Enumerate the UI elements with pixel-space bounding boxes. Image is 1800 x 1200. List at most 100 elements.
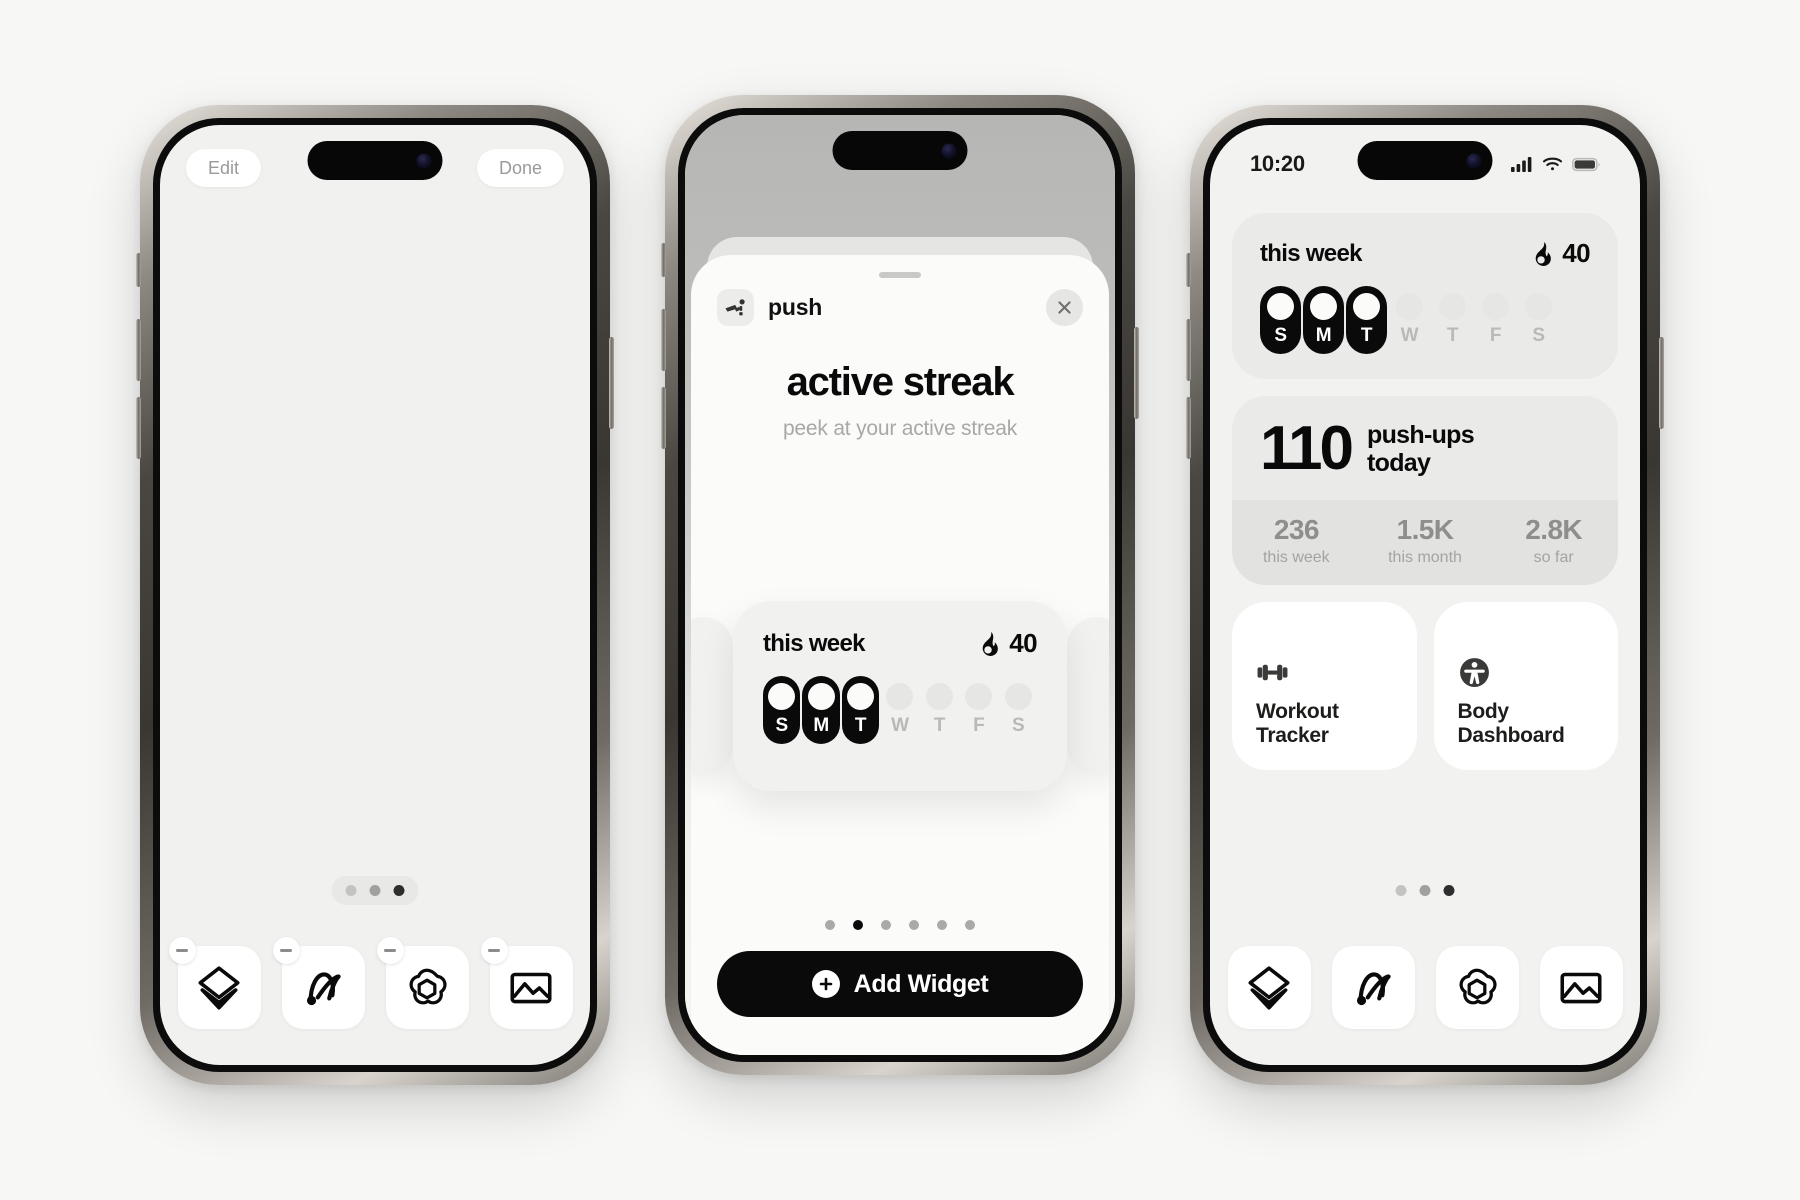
edit-button[interactable]: Edit [186, 149, 262, 187]
carousel-dot-2-active[interactable] [853, 920, 863, 930]
carousel-dot-5[interactable] [937, 920, 947, 930]
day-knob [1267, 293, 1294, 320]
front-camera-icon [941, 143, 957, 158]
status-bar-indicators [1511, 156, 1600, 173]
day-pill-sat[interactable]: S [1000, 676, 1037, 744]
day-pill-mon[interactable]: M [1303, 286, 1344, 354]
day-letter: T [1360, 325, 1373, 346]
minus-icon[interactable] [376, 937, 404, 964]
stat-value: 236 [1273, 514, 1320, 545]
day-pill-wed[interactable]: W [1389, 286, 1430, 354]
dock-app-chatgpt[interactable] [1435, 946, 1519, 1029]
page-dot-1[interactable] [345, 885, 357, 896]
day-pill-sun[interactable]: S [1260, 286, 1301, 354]
day-letter: M [1315, 325, 1332, 346]
volume-up-button[interactable] [661, 309, 666, 371]
shortcut-label: Body Dashboard [1458, 700, 1595, 748]
dock-app-photos[interactable] [1539, 946, 1623, 1029]
page-indicator-dots[interactable] [332, 876, 419, 905]
day-pill-mon[interactable]: M [802, 676, 840, 744]
streak-widget[interactable]: this week 40 S M T W T F S [1232, 213, 1618, 379]
home-screen-widget-stack: this week 40 S M T W T F S 110 push-ups … [1232, 213, 1618, 770]
minus-icon[interactable] [168, 937, 196, 964]
widget-preview-card[interactable]: this week 40 S M T W T F S [733, 601, 1067, 791]
battery-icon [1572, 157, 1600, 171]
day-pill-thu[interactable]: T [921, 676, 958, 744]
carousel-peek-right[interactable] [1067, 617, 1109, 775]
page-dot-2[interactable] [369, 885, 381, 896]
day-knob [1004, 683, 1032, 710]
day-letter: T [1446, 325, 1459, 346]
volume-up-button[interactable] [136, 319, 141, 381]
dock-app-arc[interactable] [272, 937, 365, 1029]
day-pill-sat[interactable]: S [1518, 286, 1559, 354]
carousel-dot-4[interactable] [909, 920, 919, 930]
carousel-dot-3[interactable] [881, 920, 891, 930]
flame-icon [982, 631, 999, 656]
week-day-track: S M T W T F S [763, 676, 1037, 744]
day-knob [1396, 293, 1423, 320]
volume-up-button[interactable] [1186, 319, 1191, 381]
shortcut-workout-tracker[interactable]: Workout Tracker [1232, 602, 1417, 770]
day-knob [1353, 293, 1380, 320]
carousel-dot-1[interactable] [825, 920, 835, 930]
done-button[interactable]: Done [476, 149, 564, 187]
page-dot-3-active[interactable] [1443, 885, 1455, 896]
day-letter: F [1489, 325, 1502, 346]
day-knob [1482, 293, 1509, 320]
day-pill-fri[interactable]: F [1475, 286, 1516, 354]
day-pill-fri[interactable]: F [960, 676, 997, 744]
minus-icon[interactable] [480, 937, 508, 964]
streak-title: this week [1260, 239, 1362, 267]
phone-bezel: 10:20 this week 40 S M T W T F S 110 pus… [1203, 118, 1647, 1072]
dock-app-photos[interactable] [480, 937, 573, 1029]
pushup-count-widget[interactable]: 110 push-ups today 236 this week 1.5K th… [1232, 396, 1618, 585]
volume-down-button[interactable] [1186, 397, 1191, 459]
dock-app-layers[interactable] [168, 937, 261, 1029]
dock-app-layers[interactable] [1227, 946, 1311, 1029]
power-button[interactable] [1659, 337, 1664, 429]
page-dot-1[interactable] [1395, 885, 1407, 896]
volume-down-button[interactable] [136, 397, 141, 459]
dock-app-arc[interactable] [1331, 946, 1415, 1029]
carousel-peek-left[interactable] [691, 617, 733, 775]
silent-switch[interactable] [1186, 253, 1191, 287]
page-dot-3-active[interactable] [393, 885, 405, 896]
day-pill-sun[interactable]: S [763, 676, 801, 744]
day-letter: T [933, 715, 946, 736]
day-knob [768, 683, 796, 710]
carousel-page-dots[interactable] [825, 920, 975, 930]
shortcut-label-line2: Tracker [1256, 724, 1329, 748]
day-knob [886, 683, 914, 710]
shortcut-label-line2: Dashboard [1457, 724, 1565, 748]
power-button[interactable] [609, 337, 614, 429]
widget-subtitle: peek at your active streak [782, 417, 1018, 440]
shortcut-body-dashboard[interactable]: Body Dashboard [1433, 602, 1618, 770]
phone-1-screen: Edit Done [160, 125, 590, 1065]
silent-switch[interactable] [136, 253, 141, 287]
minus-icon[interactable] [272, 937, 300, 964]
dock-app-chatgpt[interactable] [376, 937, 469, 1029]
widget-preview-carousel[interactable]: this week 40 S M T W T F S [691, 601, 1109, 791]
power-button[interactable] [1134, 327, 1139, 419]
dynamic-island [307, 141, 443, 180]
carousel-dot-6[interactable] [965, 920, 975, 930]
count-headline: 110 push-ups today [1232, 396, 1618, 500]
count-unit-line1: push-ups [1367, 421, 1475, 449]
streak-widget-header: this week 40 [763, 628, 1038, 659]
streak-value: 40 [1562, 238, 1590, 268]
close-icon[interactable] [1046, 289, 1083, 326]
streak-value: 40 [1009, 628, 1037, 658]
day-knob [1310, 293, 1337, 320]
page-indicator-dots[interactable] [1382, 876, 1469, 905]
add-widget-button[interactable]: Add Widget [717, 951, 1083, 1017]
silent-switch[interactable] [661, 243, 666, 277]
page-dot-2[interactable] [1419, 885, 1431, 896]
day-pill-wed[interactable]: W [881, 676, 918, 744]
phone-1-edit-mode: Edit Done [136, 105, 614, 1085]
volume-down-button[interactable] [661, 387, 666, 449]
day-pill-tue[interactable]: T [1346, 286, 1387, 354]
day-pill-tue[interactable]: T [841, 676, 880, 744]
day-pill-thu[interactable]: T [1432, 286, 1473, 354]
sheet-grabber-handle[interactable] [879, 272, 921, 278]
